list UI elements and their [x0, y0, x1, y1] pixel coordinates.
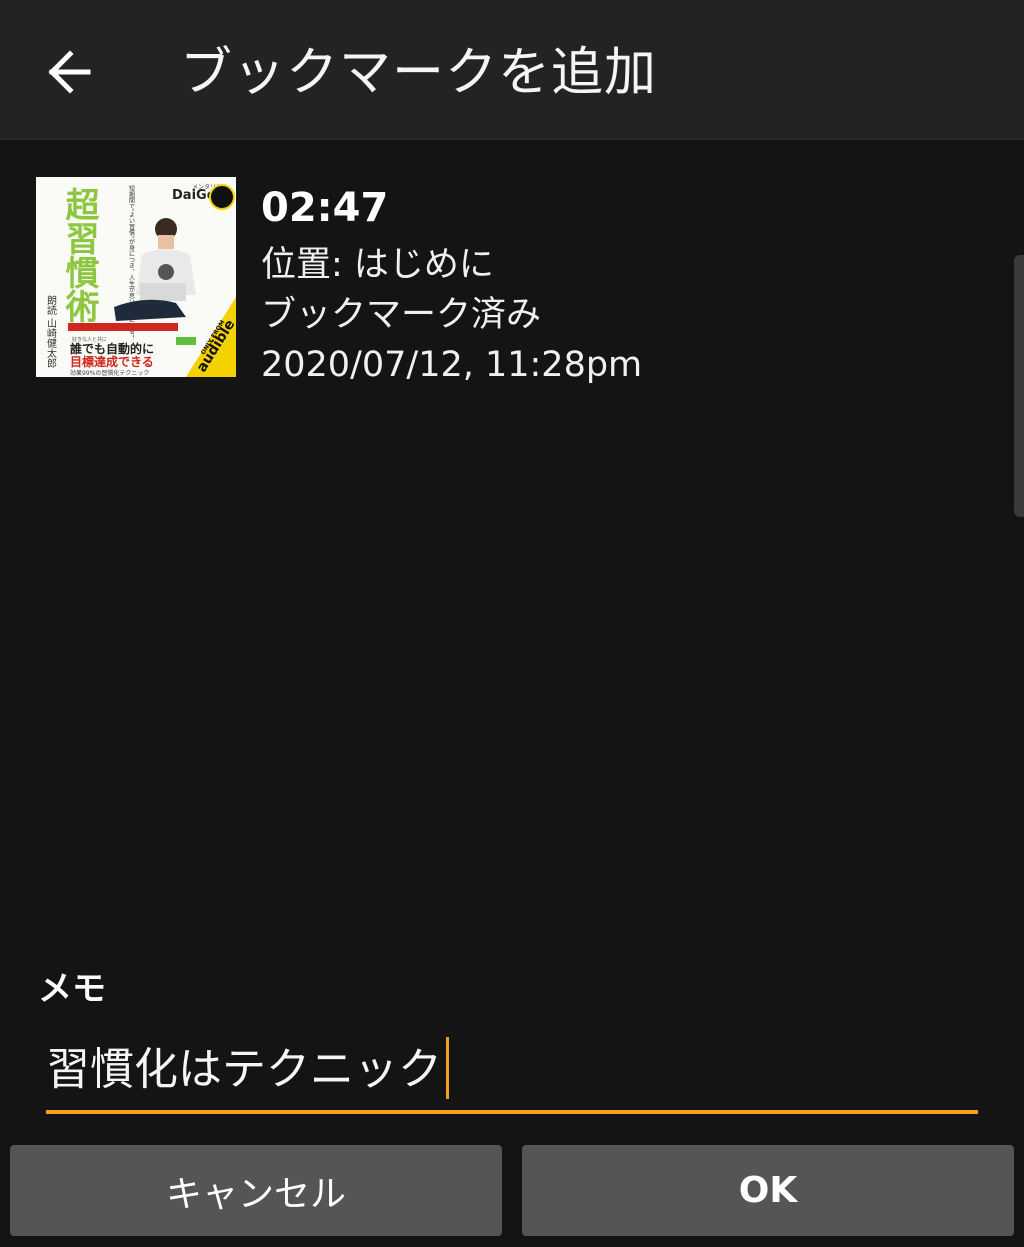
book-cover: 超習慣術 メンタリスト DaiGo 短期間で"よい習慣"が身につき、人生が思い通…: [36, 177, 236, 377]
scrollbar[interactable]: [1014, 255, 1024, 517]
bookmark-position: 位置: はじめに: [261, 245, 494, 285]
bookmark-details: 02:47 位置: はじめに ブックマーク済み 2020/07/12, 11:2…: [261, 180, 642, 390]
memo-input[interactable]: 習慣化はテクニック: [46, 1034, 449, 1106]
bookmark-datetime: 2020/07/12, 11:28pm: [261, 345, 643, 385]
add-bookmark-screen: ブックマークを追加 超習慣術 メンタリスト DaiGo 短期間で"よい習慣"が身…: [0, 0, 1024, 1247]
arrow-left-icon: [48, 50, 91, 94]
app-bar: ブックマークを追加: [0, 0, 1024, 140]
bookmark-time: 02:47: [261, 185, 389, 231]
page-title: ブックマークを追加: [180, 43, 658, 103]
cover-headline-2: 目標達成できる: [70, 354, 154, 369]
ok-button[interactable]: OK: [522, 1145, 1014, 1236]
memo-field[interactable]: 習慣化はテクニック: [46, 1034, 978, 1114]
memo-label: メモ: [38, 969, 106, 1009]
cover-narrator: 朗読 山崎健太郎: [45, 295, 57, 369]
text-caret: [446, 1037, 449, 1099]
cover-footer: 効果99%の習慣化テクニック: [70, 369, 149, 377]
memo-text: 習慣化はテクニック: [46, 1044, 442, 1095]
bookmark-status: ブックマーク済み: [261, 295, 542, 335]
cancel-button[interactable]: キャンセル: [10, 1145, 502, 1236]
cover-title: 超習慣術: [59, 187, 100, 323]
cover-headline-1: 誰でも自動的に: [70, 341, 154, 356]
back-button[interactable]: [40, 44, 100, 100]
